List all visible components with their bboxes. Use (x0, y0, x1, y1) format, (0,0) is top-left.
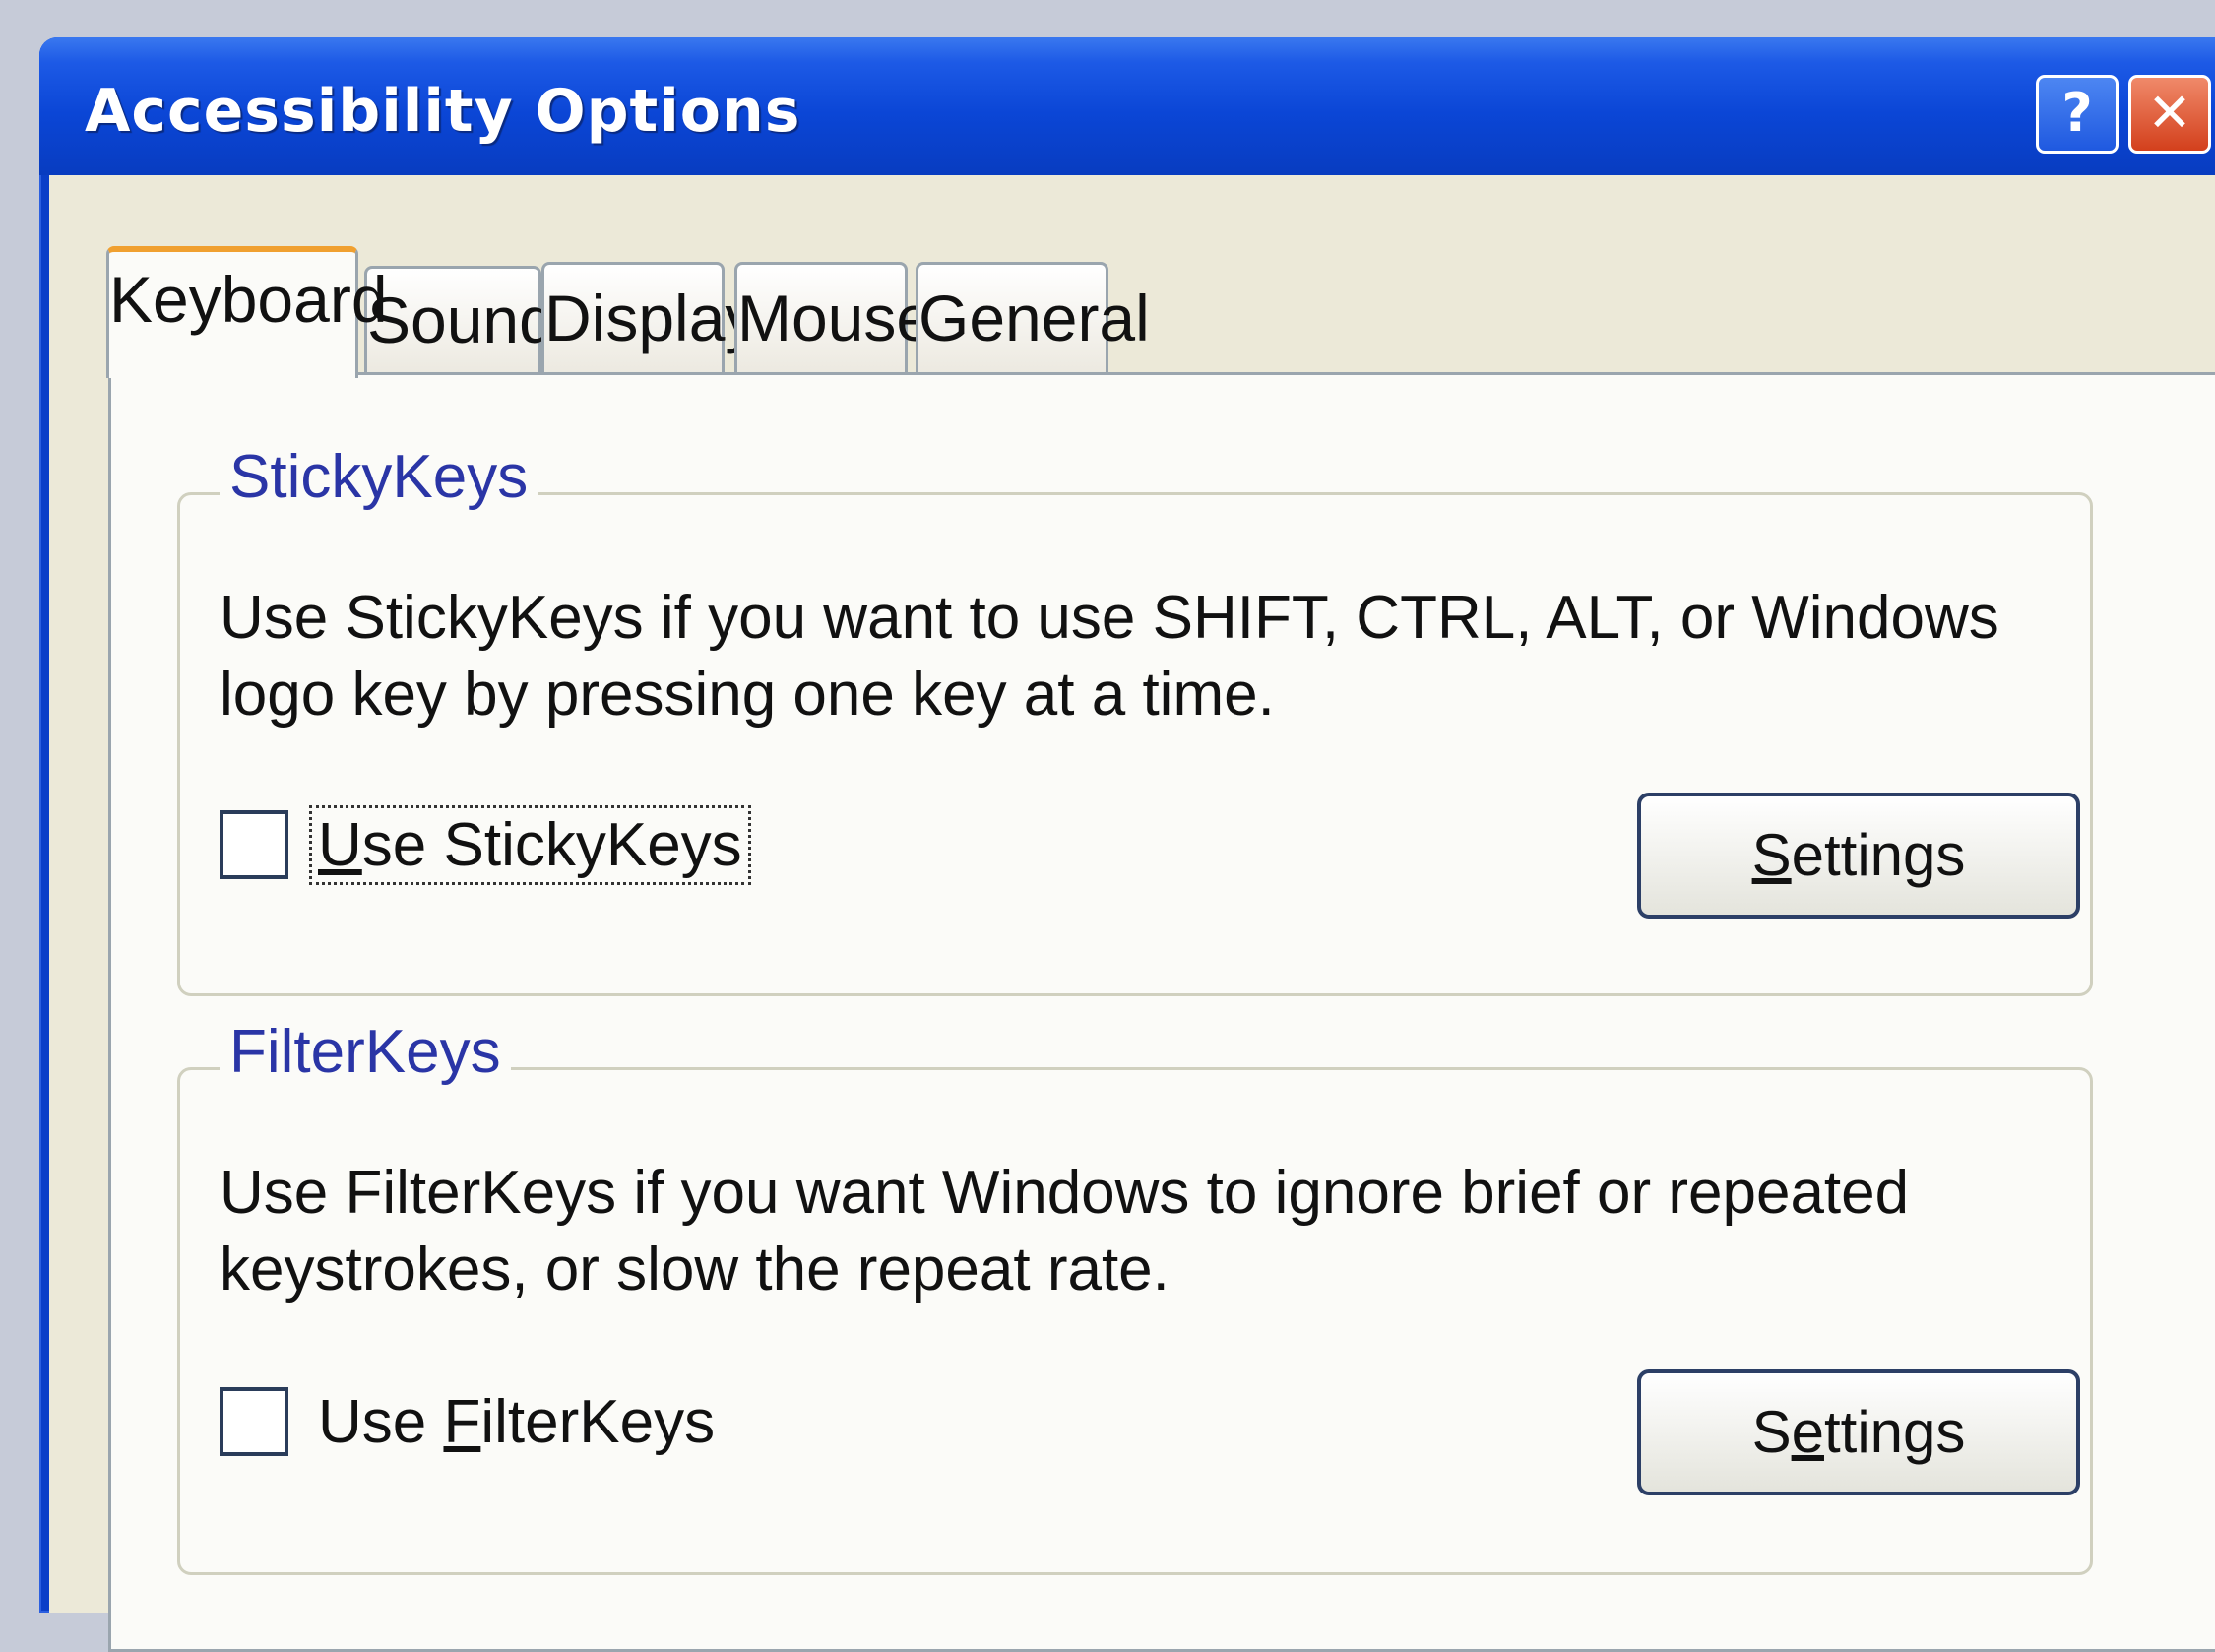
dialog-client-area: Keyboard Sound Display Mouse General Sti… (49, 175, 2215, 1652)
label-rest: ettings (1791, 822, 1966, 888)
stickykeys-group: StickyKeys Use StickyKeys if you want to… (177, 442, 2093, 996)
close-button[interactable]: ✕ (2128, 75, 2211, 154)
label-rest: ilterKeys (480, 1388, 716, 1456)
close-icon: ✕ (2147, 82, 2192, 144)
filterkeys-settings-button[interactable]: Settings (1637, 1369, 2080, 1495)
tab-label: Sound (367, 284, 555, 356)
tab-label: Mouse (737, 282, 933, 354)
label-before: S (1751, 1399, 1792, 1465)
use-stickykeys-checkbox[interactable] (220, 810, 288, 879)
tab-mouse[interactable]: Mouse (734, 262, 933, 374)
tab-keyboard[interactable]: Keyboard (106, 246, 388, 378)
filterkeys-group: FilterKeys Use FilterKeys if you want Wi… (177, 1017, 2093, 1575)
tab-label: General (918, 282, 1150, 354)
mnemonic: S (1751, 822, 1792, 888)
stickykeys-description: Use StickyKeys if you want to use SHIFT,… (220, 584, 1999, 729)
use-stickykeys-label[interactable]: Use StickyKeys (309, 805, 751, 885)
mnemonic: U (318, 811, 362, 879)
question-mark-icon: ? (2061, 82, 2093, 144)
label-rest: se StickyKeys (361, 811, 742, 879)
tab-label: Keyboard (109, 263, 388, 336)
tab-label: Display (544, 282, 758, 354)
stickykeys-group-title: StickyKeys (220, 442, 538, 512)
use-filterkeys-checkbox[interactable] (220, 1387, 288, 1456)
filterkeys-group-title: FilterKeys (220, 1017, 511, 1087)
dialog-window: Accessibility Options ? ✕ Keyboard Sound… (39, 37, 2215, 1652)
window-title: Accessibility Options (85, 77, 801, 146)
tab-general[interactable]: General (916, 262, 1150, 374)
help-button[interactable]: ? (2036, 75, 2119, 154)
use-filterkeys-label[interactable]: Use FilterKeys (312, 1385, 721, 1459)
label-rest: ttings (1823, 1399, 1966, 1465)
tab-sound[interactable]: Sound (364, 266, 555, 374)
tab-display[interactable]: Display (541, 262, 758, 374)
label-before: Use (318, 1388, 444, 1456)
mnemonic: e (1791, 1399, 1824, 1465)
mnemonic: F (443, 1388, 481, 1456)
filterkeys-description: Use FilterKeys if you want Windows to ig… (220, 1159, 1910, 1303)
title-bar[interactable]: Accessibility Options ? ✕ (39, 37, 2215, 175)
stickykeys-settings-button[interactable]: Settings (1637, 793, 2080, 919)
